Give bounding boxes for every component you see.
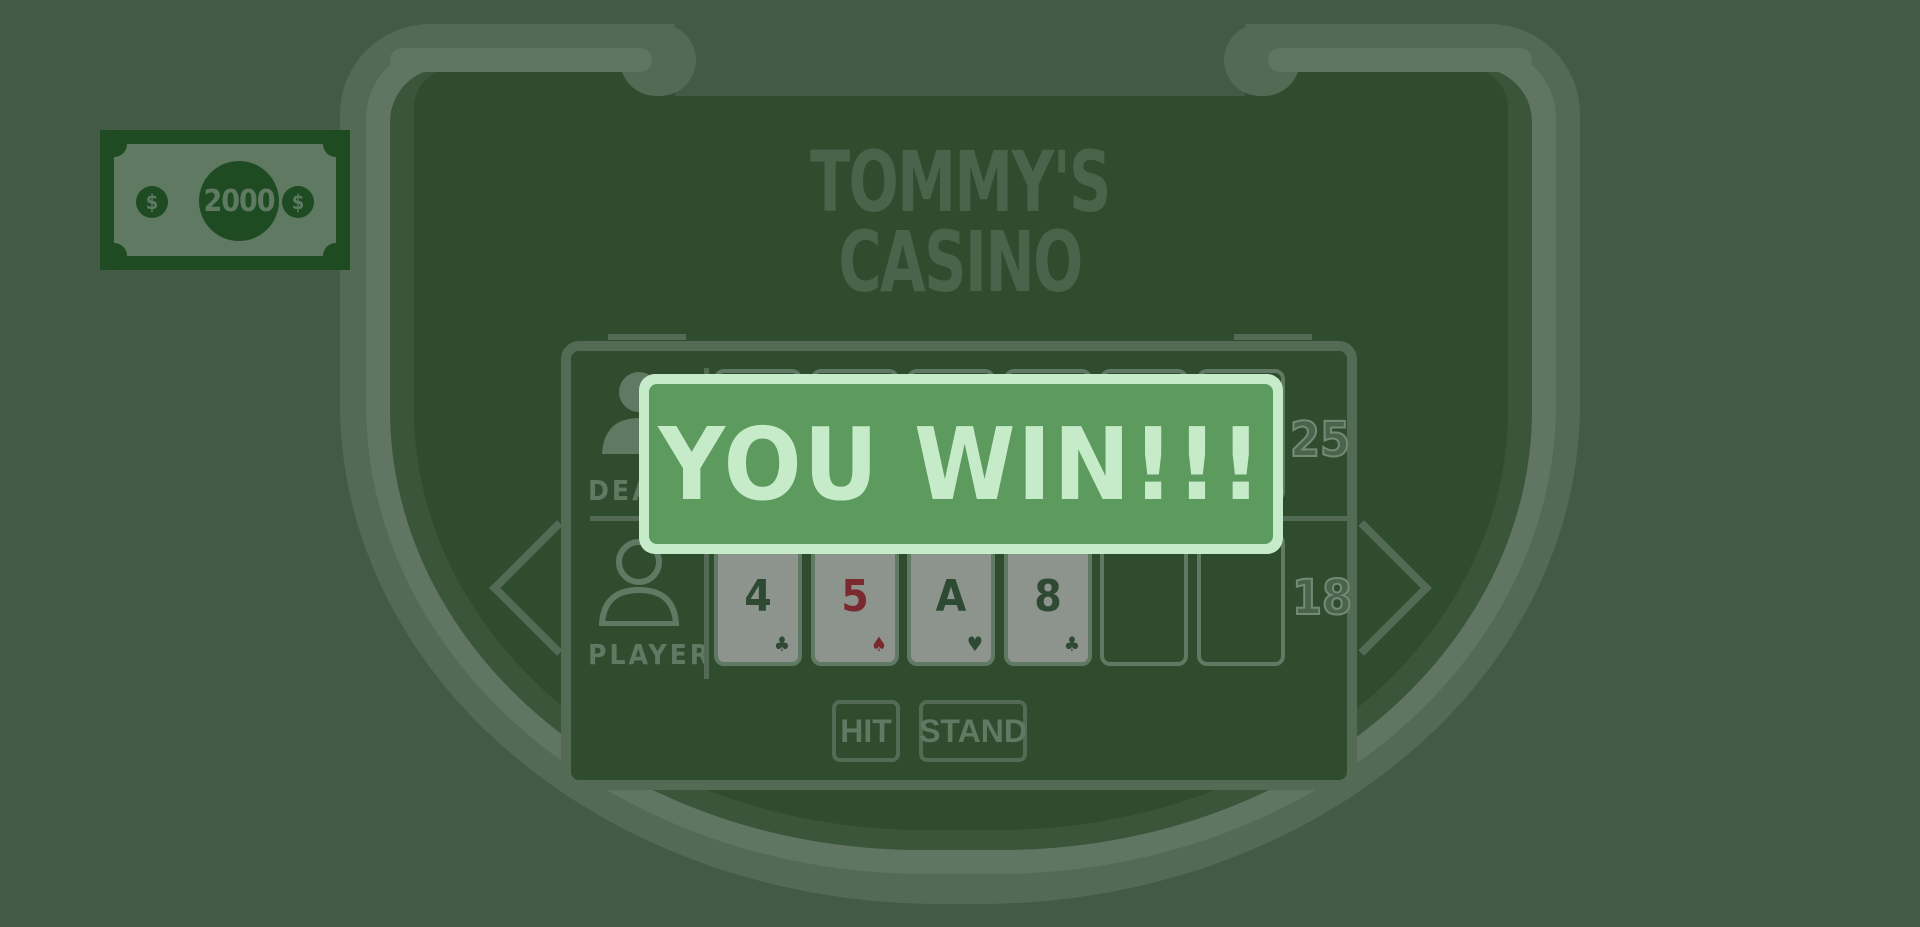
rail-highlight-left (390, 48, 652, 72)
card-rank: 4 (744, 571, 772, 622)
table-top-gap (675, 24, 1245, 96)
panel-tab-right (1234, 334, 1312, 340)
result-banner-inner: YOU WIN!!! (649, 384, 1273, 544)
dollar-icon: $ (136, 186, 168, 218)
bill-corner (101, 131, 127, 157)
stand-button[interactable]: STAND (919, 700, 1027, 762)
bill-corner (323, 243, 349, 269)
hit-button[interactable]: HIT (832, 700, 900, 762)
bankroll-amount: 2000 (199, 161, 279, 241)
dealer-score: 25 (1289, 411, 1351, 469)
card-suit-icon: ♠ (870, 632, 887, 656)
card-rank: 8 (1034, 571, 1062, 622)
card-rank: 5 (841, 571, 869, 622)
card-suit-icon: ♥ (966, 632, 983, 656)
bill-corner (323, 131, 349, 157)
card-suit-icon: ♣ (1063, 632, 1080, 656)
card-suit-icon: ♣ (773, 632, 790, 656)
player-label: PLAYER (588, 638, 713, 671)
bankroll-bill: $ 2000 $ (100, 130, 350, 270)
title-line-1: TOMMY'S (810, 133, 1111, 231)
dollar-icon: $ (282, 186, 314, 218)
panel-tab-left (608, 334, 686, 340)
bill-corner (101, 243, 127, 269)
result-message: YOU WIN!!! (658, 405, 1264, 523)
casino-title: TOMMY'S CASINO (757, 133, 1163, 311)
title-line-2: CASINO (838, 213, 1083, 311)
rail-highlight-right (1268, 48, 1532, 72)
card-rank: A (935, 571, 967, 622)
bill-face: $ 2000 $ (101, 131, 349, 269)
player-score: 18 (1291, 569, 1353, 627)
result-banner: YOU WIN!!! (639, 374, 1283, 554)
